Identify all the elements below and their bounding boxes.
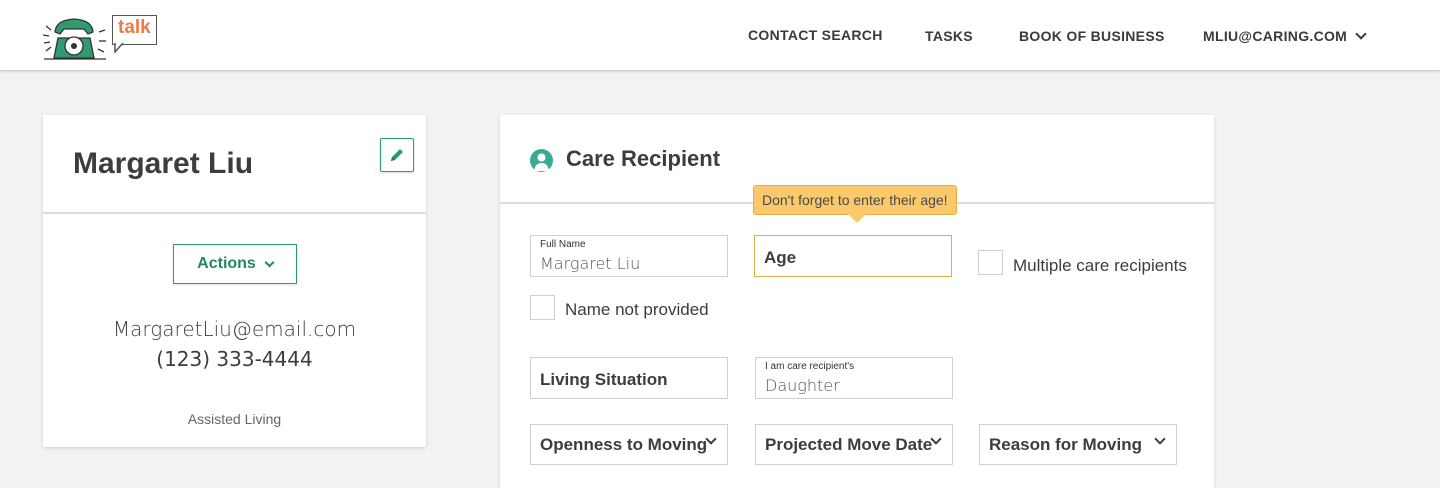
talk-bubble: talk <box>112 15 157 45</box>
pencil-icon <box>391 149 403 161</box>
contact-email: MargaretLiu@email.com <box>112 317 357 341</box>
living-situation-placeholder: Living Situation <box>540 370 668 389</box>
full-name-label: Full Name <box>540 239 586 250</box>
card-divider <box>43 212 426 214</box>
top-header: talk CONTACT SEARCH TASKS BOOK OF BUSINE… <box>0 0 1440 71</box>
name-not-provided-row: Name not provided <box>530 294 709 320</box>
user-email: MLIU@CARING.COM <box>1203 28 1348 44</box>
relationship-label: I am care recipient's <box>765 361 855 372</box>
age-placeholder: Age <box>764 248 797 267</box>
age-input[interactable]: Age <box>754 235 952 277</box>
chevron-down-icon <box>1355 28 1367 40</box>
projected-move-date-select[interactable]: Projected Move Date <box>755 424 953 465</box>
logo-text: talk <box>118 17 151 38</box>
contact-name: Margaret Liu <box>73 147 254 180</box>
name-not-provided-checkbox[interactable] <box>530 294 555 320</box>
multiple-recipients-row: Multiple care recipients <box>978 249 1187 276</box>
chevron-down-icon <box>264 257 275 267</box>
care-recipient-card: Care Recipient Don't forget to enter the… <box>500 115 1214 488</box>
openness-to-moving-label: Openness to Moving <box>540 434 708 454</box>
user-menu[interactable]: MLIU@CARING.COM <box>1203 28 1367 44</box>
reason-for-moving-label: Reason for Moving <box>989 434 1143 454</box>
multiple-recipients-label: Multiple care recipients <box>1013 256 1187 275</box>
projected-move-date-label: Projected Move Date <box>765 434 933 454</box>
name-not-provided-label: Name not provided <box>565 300 709 319</box>
edit-button[interactable] <box>380 138 414 172</box>
reason-for-moving-select[interactable]: Reason for Moving <box>979 424 1177 465</box>
nav-contact-search[interactable]: CONTACT SEARCH <box>748 27 883 43</box>
chevron-down-icon <box>1154 433 1166 445</box>
person-icon <box>530 149 553 172</box>
contact-phone: (123) 333-4444 <box>156 347 313 371</box>
openness-to-moving-select[interactable]: Openness to Moving <box>530 424 728 465</box>
full-name-field[interactable]: Full Name Margaret Liu <box>530 235 728 277</box>
contact-care-type: Assisted Living <box>187 411 282 427</box>
full-name-value: Margaret Liu <box>540 254 641 273</box>
bubble-tail-icon <box>114 43 124 53</box>
tooltip-text: Don't forget to enter their age! <box>762 192 948 208</box>
relationship-field[interactable]: I am care recipient's Daughter <box>755 357 953 399</box>
living-situation-input[interactable]: Living Situation <box>530 357 728 399</box>
relationship-value: Daughter <box>765 376 840 395</box>
actions-label: Actions <box>197 255 256 272</box>
nav-book-of-business[interactable]: BOOK OF BUSINESS <box>1019 28 1165 44</box>
multiple-recipients-checkbox[interactable] <box>978 250 1003 275</box>
contact-card: Margaret Liu Actions MargaretLiu@email.c… <box>43 115 426 447</box>
actions-button[interactable]: Actions <box>173 244 297 284</box>
age-reminder-tooltip: Don't forget to enter their age! <box>753 185 957 223</box>
nav-tasks[interactable]: TASKS <box>925 28 973 44</box>
section-title: Care Recipient <box>566 146 721 171</box>
